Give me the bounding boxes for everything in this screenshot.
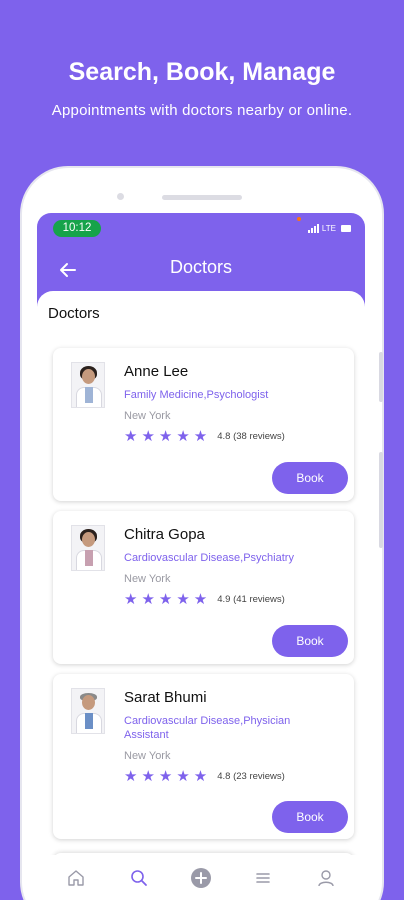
- star-rating-icon: ★★★★★: [124, 768, 212, 785]
- status-time: 10:12: [53, 220, 101, 237]
- promo-headline: Search, Book, Manage: [68, 58, 336, 86]
- doctor-specialty: Family Medicine,Psychologist: [124, 389, 269, 401]
- app-bar: Doctors: [37, 243, 365, 291]
- rating-text: 4.8 (23 reviews): [217, 770, 285, 782]
- doctor-avatar: [71, 362, 105, 408]
- book-button[interactable]: Book: [272, 625, 348, 657]
- bottom-nav: [37, 855, 365, 900]
- doctor-location: New York: [124, 750, 171, 762]
- rating-row: ★★★★★ 4.9 (41 reviews): [124, 591, 285, 608]
- star-rating-icon: ★★★★★: [124, 591, 212, 608]
- doctor-list-panel: Doctors Anne Lee Family Medicine,Psychol…: [37, 291, 365, 900]
- network-label: LTE: [321, 223, 336, 233]
- doctor-name: Sarat Bhumi: [124, 689, 207, 706]
- doctor-avatar: [71, 688, 105, 734]
- page-title: Doctors: [169, 257, 232, 277]
- signal-icon: [307, 223, 319, 233]
- doctor-location: New York: [124, 410, 171, 422]
- doctor-card[interactable]: Anne Lee Family Medicine,Psychologist Ne…: [53, 348, 354, 501]
- search-icon[interactable]: [124, 863, 154, 893]
- doctor-name: Chitra Gopa: [124, 526, 205, 543]
- star-rating-icon: ★★★★★: [124, 428, 212, 445]
- rating-row: ★★★★★ 4.8 (38 reviews): [124, 428, 285, 445]
- speaker-grille: [162, 195, 242, 200]
- book-button[interactable]: Book: [272, 462, 348, 494]
- power-button: [379, 452, 383, 548]
- rating-text: 4.9 (41 reviews): [217, 593, 285, 605]
- phone-screen: 10:12 LTE Doctors Doctors Anne Lee Famil…: [37, 213, 365, 900]
- section-title: Doctors: [48, 305, 100, 322]
- doctor-card[interactable]: Chitra Gopa Cardiovascular Disease,Psych…: [53, 511, 354, 664]
- doctor-specialty: Cardiovascular Disease,Physician Assista…: [124, 715, 291, 741]
- promo-subline: Appointments with doctors nearby or onli…: [51, 102, 353, 119]
- volume-button: [379, 352, 383, 402]
- doctor-avatar: [71, 525, 105, 571]
- home-icon[interactable]: [61, 863, 91, 893]
- rating-row: ★★★★★ 4.8 (23 reviews): [124, 768, 285, 785]
- doctor-name: Anne Lee: [124, 363, 189, 380]
- recording-indicator: [297, 217, 301, 221]
- doctor-card[interactable]: Sarat Bhumi Cardiovascular Disease,Physi…: [53, 674, 354, 839]
- book-button[interactable]: Book: [272, 801, 348, 833]
- battery-icon: [341, 224, 351, 232]
- camera-dot: [117, 193, 124, 200]
- rating-text: 4.8 (38 reviews): [217, 430, 285, 442]
- profile-icon[interactable]: [311, 863, 341, 893]
- menu-icon[interactable]: [248, 863, 278, 893]
- status-icons: LTE: [307, 222, 351, 234]
- doctor-specialty: Cardiovascular Disease,Psychiatry: [124, 552, 294, 564]
- plus-circle-icon[interactable]: [186, 863, 216, 893]
- status-bar: 10:12 LTE: [37, 213, 365, 243]
- doctor-location: New York: [124, 573, 171, 585]
